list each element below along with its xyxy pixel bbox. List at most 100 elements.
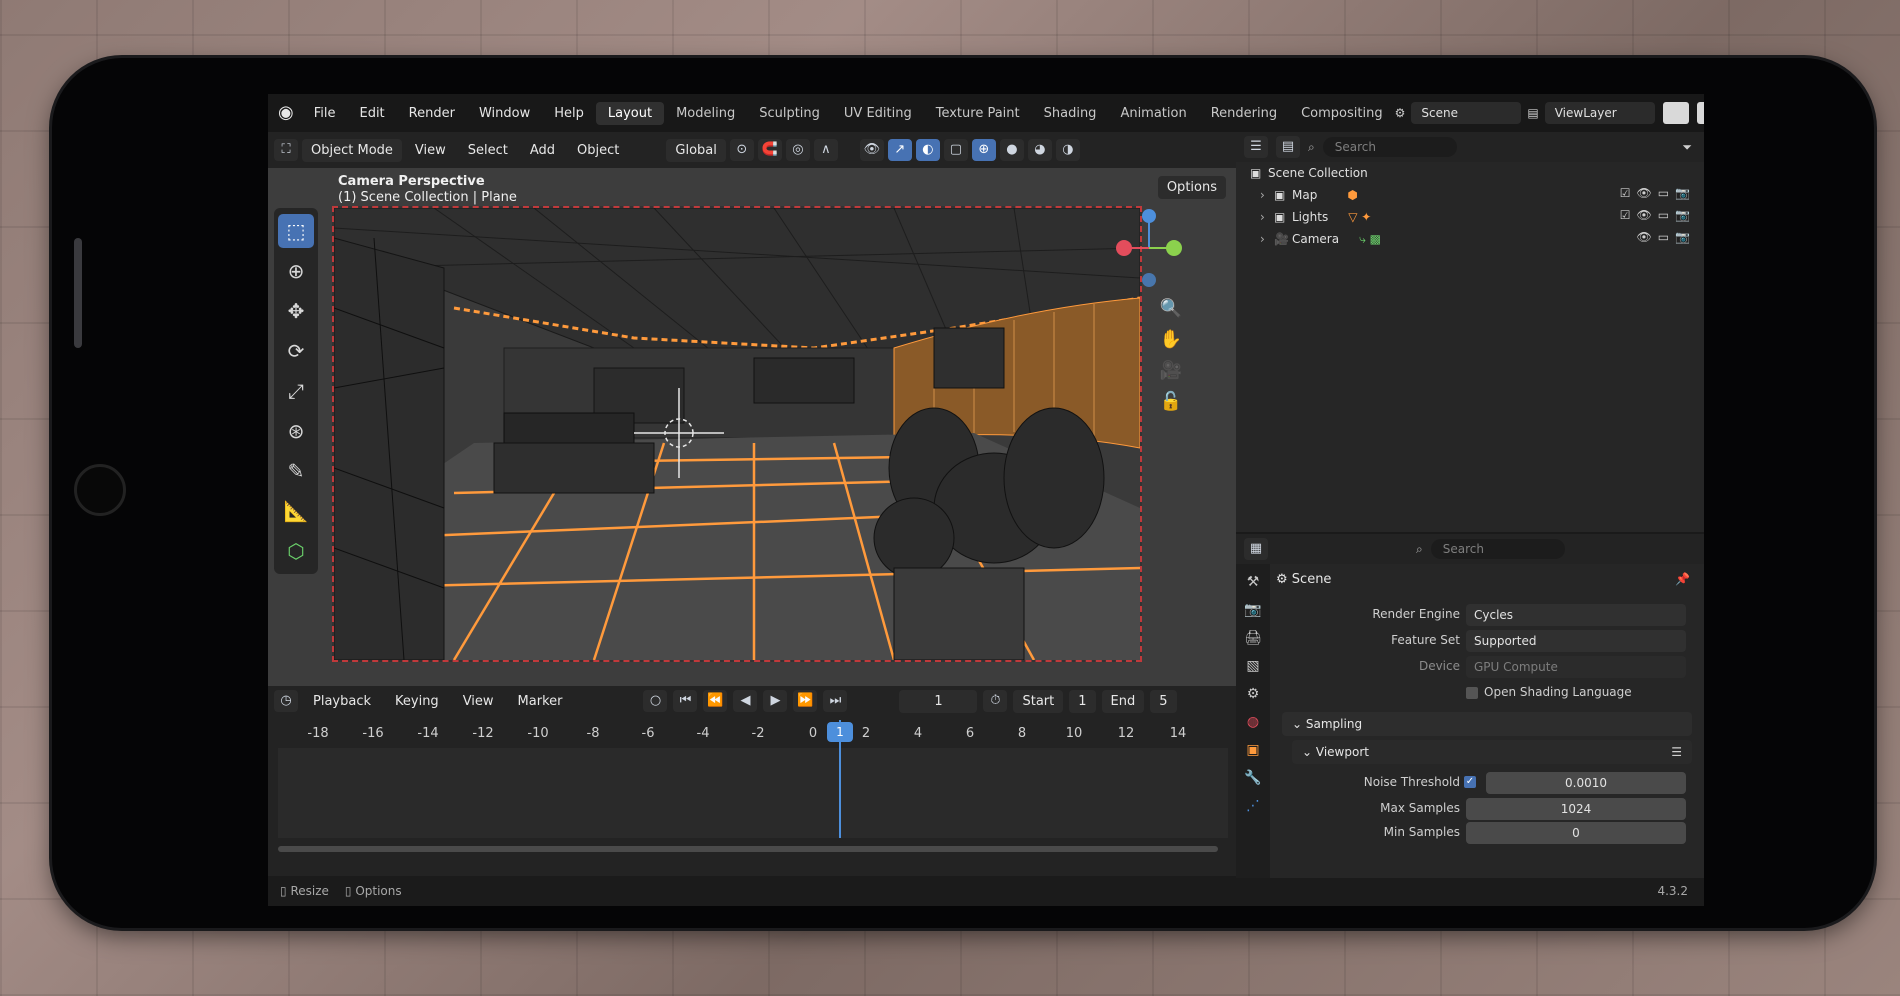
options-dropdown[interactable]: Options (1157, 176, 1226, 199)
menu-help[interactable]: Help (542, 106, 596, 121)
max-samples-field[interactable]: 1024 (1466, 798, 1686, 820)
mode-dropdown[interactable]: Object Mode (302, 138, 402, 162)
render-engine-dropdown[interactable]: Cycles (1466, 604, 1686, 626)
next-keyframe-icon[interactable]: ⏩ (793, 690, 818, 712)
annotate-tool-icon[interactable]: ✎ (278, 454, 314, 488)
editor-type-icon[interactable]: ⛶ (274, 139, 298, 161)
outliner-item-map[interactable]: › ▣ Map ⬢ ☑ 👁 ▭ 📷 (1236, 184, 1704, 206)
tab-sculpting[interactable]: Sculpting (747, 102, 832, 125)
checkbox-icon[interactable]: ☑ (1620, 186, 1631, 200)
record-icon[interactable]: ○ (643, 690, 668, 712)
viewlayer-icon[interactable]: ▤ (1527, 106, 1538, 120)
window-minimize-button[interactable] (1662, 102, 1689, 124)
render-tab-icon[interactable]: 📷 (1244, 602, 1261, 618)
snap-icon[interactable]: 🧲 (757, 139, 782, 161)
menu-select[interactable]: Select (459, 139, 517, 162)
jump-end-icon[interactable]: ⏭ (823, 690, 848, 712)
particles-tab-icon[interactable]: ⋰ (1246, 798, 1260, 814)
chevron-right-icon[interactable]: › (1260, 210, 1274, 224)
outliner-item-camera[interactable]: › 🎥 Camera ⤷ ▩ 👁 ▭ 📷 (1236, 228, 1704, 250)
noise-threshold-field[interactable]: 0.0010 (1486, 772, 1686, 794)
modifier-tab-icon[interactable]: 🔧 (1244, 770, 1261, 786)
properties-editor-type-icon[interactable]: ▦ (1244, 538, 1268, 560)
prev-keyframe-icon[interactable]: ⏪ (703, 690, 728, 712)
shading-wireframe-icon[interactable]: ⊕ (971, 139, 996, 161)
timeline-track-area[interactable] (278, 748, 1228, 838)
monitor-icon[interactable]: ▭ (1658, 186, 1669, 200)
jump-start-icon[interactable]: ⏮ (673, 690, 698, 712)
overlay-toggle-icon[interactable]: ◐ (915, 139, 940, 161)
noise-threshold-checkbox[interactable]: ✓ (1464, 776, 1476, 788)
visibility-icon[interactable]: 👁 (859, 139, 884, 161)
outliner-root[interactable]: ▣ Scene Collection (1236, 162, 1704, 184)
menu-playback[interactable]: Playback (304, 690, 380, 713)
outliner-search-input[interactable]: Search (1322, 137, 1457, 157)
outliner-editor-type-icon[interactable]: ☰ (1244, 136, 1268, 158)
menu-edit[interactable]: Edit (347, 106, 396, 121)
scene-tab-icon[interactable]: ⚙ (1247, 686, 1260, 702)
eye-icon[interactable]: 👁 (1636, 230, 1651, 244)
pin-icon[interactable]: 📌 (1675, 572, 1690, 586)
viewport-subpanel-header[interactable]: ⌄ Viewport ☰ (1292, 740, 1692, 764)
clock-icon[interactable]: ⏱ (983, 690, 1008, 712)
display-mode-icon[interactable]: ▤ (1276, 136, 1300, 158)
world-tab-icon[interactable]: ◍ (1247, 714, 1259, 730)
blender-logo-icon[interactable]: ◉ (278, 100, 294, 126)
end-frame-field[interactable]: 5 (1150, 689, 1177, 713)
tab-layout[interactable]: Layout (595, 101, 665, 125)
lock-icon[interactable]: 🔓 (1158, 391, 1184, 412)
camera-render-icon[interactable]: 📷 (1675, 186, 1690, 200)
eye-icon[interactable]: 👁 (1636, 208, 1651, 222)
playhead-frame-indicator[interactable]: 1 (827, 722, 853, 742)
tab-rendering[interactable]: Rendering (1199, 102, 1289, 125)
checkbox-icon[interactable]: ☑ (1620, 208, 1631, 222)
feature-set-dropdown[interactable]: Supported (1466, 630, 1686, 652)
menu-file[interactable]: File (302, 106, 348, 121)
gizmo-toggle-icon[interactable]: ↗ (887, 139, 912, 161)
falloff-icon[interactable]: ∧ (813, 139, 838, 161)
menu-render[interactable]: Render (397, 106, 467, 121)
scene-icon[interactable]: ⚙ (1395, 106, 1406, 120)
menu-keying[interactable]: Keying (386, 690, 448, 713)
properties-search-input[interactable]: Search (1430, 539, 1565, 559)
move-tool-icon[interactable]: ✥ (278, 294, 314, 328)
viewlayer-field[interactable]: ViewLayer (1544, 102, 1655, 124)
view-layer-tab-icon[interactable]: ▧ (1246, 658, 1259, 674)
viewport-3d[interactable]: ⬚ ⊕ ✥ ⟳ ⤢ ⊛ ✎ 📐 ⬡ Camera Perspective (1)… (268, 168, 1236, 686)
menu-window[interactable]: Window (467, 106, 542, 121)
min-samples-field[interactable]: 0 (1466, 822, 1686, 844)
tab-animation[interactable]: Animation (1108, 102, 1198, 125)
monitor-icon[interactable]: ▭ (1658, 230, 1669, 244)
pivot-icon[interactable]: ⊙ (729, 139, 754, 161)
menu-add[interactable]: Add (521, 139, 564, 162)
current-frame-field[interactable]: 1 (899, 689, 978, 713)
play-reverse-icon[interactable]: ◀ (733, 690, 758, 712)
xray-icon[interactable]: ▢ (943, 139, 968, 161)
object-tab-icon[interactable]: ▣ (1246, 742, 1259, 758)
output-tab-icon[interactable]: 🖨 (1244, 630, 1262, 646)
scene-field[interactable]: Scene (1411, 102, 1522, 124)
navigation-gizmo[interactable] (1114, 208, 1184, 288)
device-dropdown[interactable]: GPU Compute (1466, 656, 1686, 678)
filter-icon[interactable]: ⏷ (1682, 140, 1692, 155)
monitor-icon[interactable]: ▭ (1658, 208, 1669, 222)
start-frame-field[interactable]: 1 (1069, 689, 1096, 713)
rotate-tool-icon[interactable]: ⟳ (278, 334, 314, 368)
eye-icon[interactable]: 👁 (1636, 186, 1651, 200)
timeline-scrollbar[interactable] (278, 846, 1218, 852)
menu-view[interactable]: View (406, 139, 455, 162)
menu-marker[interactable]: Marker (509, 690, 572, 713)
camera-view-icon[interactable]: 🎥 (1158, 360, 1184, 381)
tab-shading[interactable]: Shading (1032, 102, 1109, 125)
cursor-tool-icon[interactable]: ⊕ (278, 254, 314, 288)
add-cube-tool-icon[interactable]: ⬡ (278, 534, 314, 568)
transform-tool-icon[interactable]: ⊛ (278, 414, 314, 448)
tab-modeling[interactable]: Modeling (664, 102, 747, 125)
outliner-item-lights[interactable]: › ▣ Lights ▽ ✦ ☑ 👁 ▭ 📷 (1236, 206, 1704, 228)
play-icon[interactable]: ▶ (763, 690, 788, 712)
camera-render-icon[interactable]: 📷 (1675, 208, 1690, 222)
tool-tab-icon[interactable]: ⚒ (1247, 574, 1260, 590)
timeline-editor-type-icon[interactable]: ◷ (274, 690, 298, 712)
tab-texture-paint[interactable]: Texture Paint (924, 102, 1032, 125)
checkbox-icon[interactable] (1466, 686, 1478, 699)
